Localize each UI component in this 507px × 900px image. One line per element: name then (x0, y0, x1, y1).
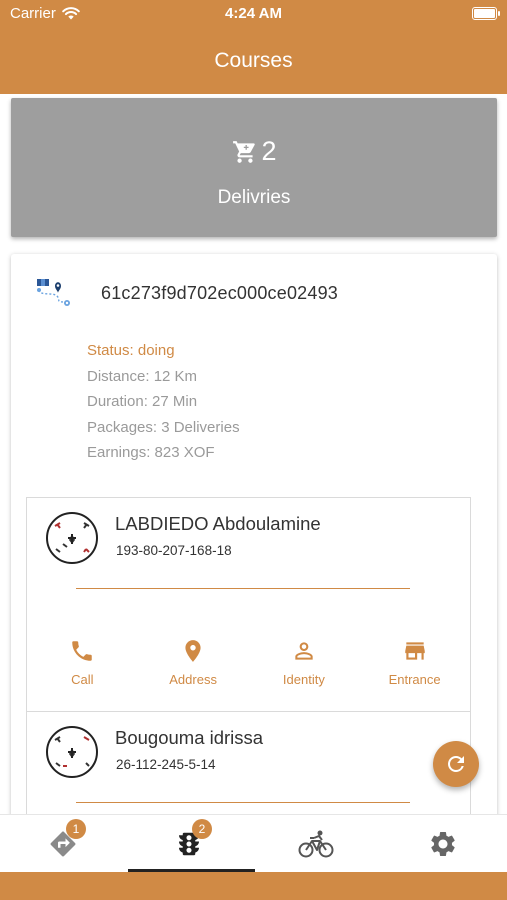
route-map-icon (37, 279, 70, 306)
app-header: Courses (0, 28, 507, 94)
course-packages: Packages: 3 Deliveries (87, 418, 240, 436)
tab-bicycle[interactable] (253, 815, 379, 873)
identity-label: Identity (282, 672, 325, 687)
bottom-tab-bar: 1 2 (0, 814, 507, 873)
deliveries-count-value: 2 (261, 136, 277, 166)
refresh-button[interactable] (433, 741, 479, 787)
course-id: 61c273f9d702ec000ce02493 (101, 282, 339, 303)
avatar (46, 726, 98, 778)
bicycle-icon (298, 830, 334, 858)
deliveries-count: 2 (11, 136, 497, 167)
entrance-label: Entrance (388, 672, 441, 687)
client-name: LABDIEDO Abdoulamine (115, 513, 321, 534)
course-header: 61c273f9d702ec000ce02493 (35, 276, 338, 310)
call-label: Call (71, 672, 94, 687)
identity-button[interactable]: Identity (254, 638, 354, 687)
course-status: Status: doing (87, 342, 175, 359)
course-earnings: Earnings: 823 XOF (87, 444, 215, 461)
tab-directions[interactable]: 1 (0, 815, 126, 873)
tab-traffic[interactable]: 2 (126, 815, 252, 873)
client-actions: Call Address Identity Entrance (27, 638, 470, 687)
client-phone: 26-112-245-5-14 (116, 757, 216, 772)
call-button[interactable]: Call (32, 638, 132, 687)
tab-badge: 1 (66, 819, 86, 839)
course-card[interactable]: 61c273f9d702ec000ce02493 Status: doing D… (11, 254, 497, 834)
client-card[interactable]: LABDIEDO Abdoulamine 193-80-207-168-18 C… (26, 497, 471, 712)
cart-icon (233, 140, 256, 163)
battery-icon (472, 7, 500, 20)
deliveries-label: Delivries (217, 187, 291, 208)
phone-icon (72, 641, 93, 661)
bottom-strip (0, 872, 507, 900)
client-phone: 193-80-207-168-18 (116, 543, 232, 558)
entrance-button[interactable]: Entrance (365, 638, 465, 687)
storefront-icon (404, 642, 425, 660)
avatar (46, 512, 98, 564)
status-bar: Carrier 4:24 AM (0, 0, 507, 28)
refresh-icon (448, 756, 464, 772)
clock: 4:24 AM (225, 5, 282, 22)
tab-badge: 2 (192, 819, 212, 839)
client-name: Bougouma idrissa (115, 727, 264, 748)
course-distance: Distance: 12 Km (87, 367, 198, 385)
deliveries-summary-card[interactable]: 2 Delivries (11, 98, 497, 237)
course-duration: Duration: 27 Min (87, 393, 198, 410)
address-button[interactable]: Address (143, 638, 243, 687)
divider (76, 588, 410, 589)
location-pin-icon (185, 640, 201, 662)
gear-icon (431, 832, 455, 856)
page-title: Courses (214, 49, 293, 72)
course-info: Status: doing Distance: 12 Km Duration: … (87, 338, 240, 466)
tab-settings[interactable] (380, 815, 506, 873)
person-icon (295, 642, 313, 660)
address-label: Address (169, 672, 217, 687)
divider (76, 802, 410, 803)
